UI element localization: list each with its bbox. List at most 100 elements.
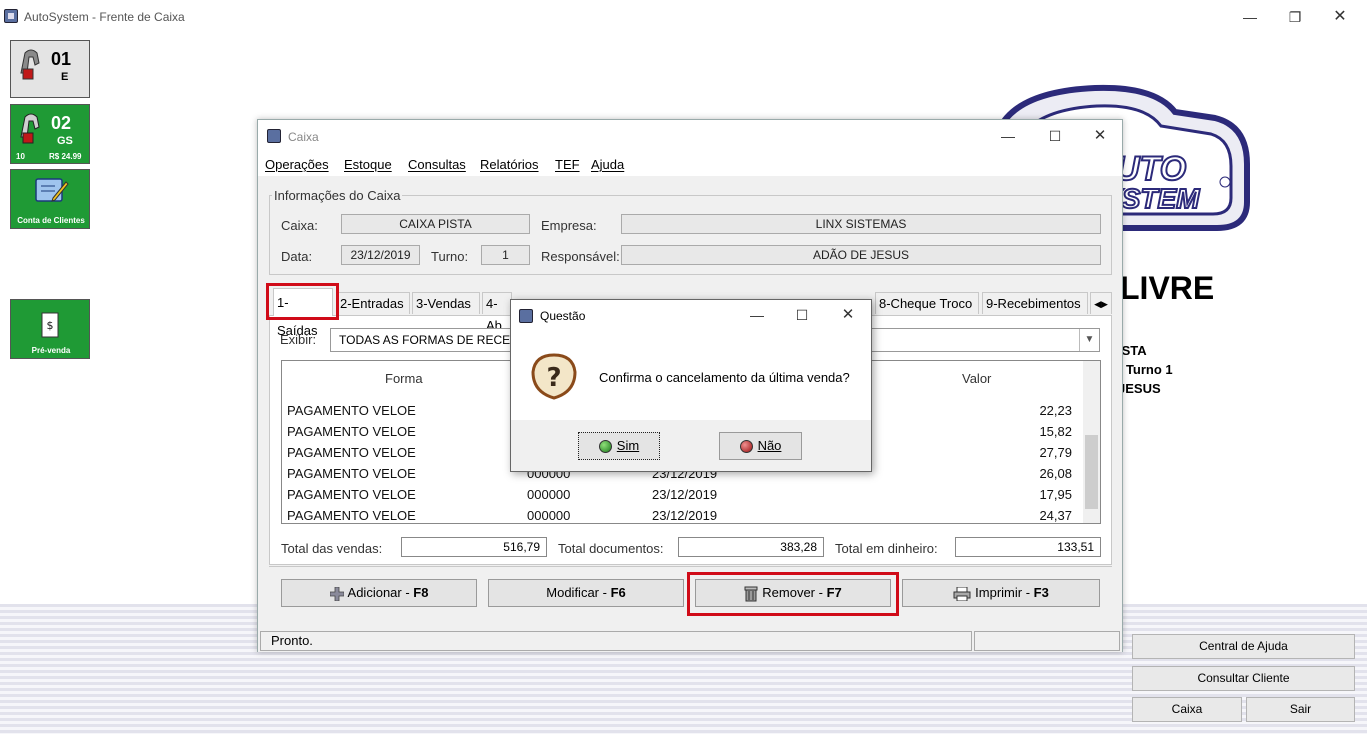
grid-cell-doc: 000000 xyxy=(527,508,571,523)
receipt-icon: $ xyxy=(41,312,59,338)
fuel-nozzle-icon xyxy=(20,49,40,80)
menu-operacoes[interactable]: Operações xyxy=(265,157,329,172)
data-field: 23/12/2019 xyxy=(341,245,420,265)
caixa-button[interactable]: Caixa xyxy=(1132,697,1242,722)
dialog-title: Questão xyxy=(540,309,586,323)
client-account-button[interactable]: Conta de Clientes xyxy=(10,169,90,229)
tab-vendas[interactable]: 3-Vendas xyxy=(412,292,480,314)
close-icon[interactable]: ✕ xyxy=(828,304,868,326)
pump-price: R$ 24.99 xyxy=(49,152,82,161)
print-button[interactable]: Imprimir - F3 xyxy=(902,579,1100,607)
filter-value: TODAS AS FORMAS DE RECEB xyxy=(339,333,519,347)
modify-button-key: F6 xyxy=(610,585,626,600)
grid-scrollbar[interactable] xyxy=(1083,361,1100,523)
column-header-valor: Valor xyxy=(962,371,992,386)
presale-button[interactable]: $ Pré-venda xyxy=(10,299,90,359)
tab-scroll-arrows[interactable]: ◀▶ xyxy=(1090,292,1112,314)
tab-recebimentos[interactable]: 9-Recebimentos xyxy=(982,292,1088,314)
chevron-down-icon[interactable]: ▼ xyxy=(1079,329,1099,351)
grid-cell-valor: 17,95 xyxy=(1039,487,1072,502)
grid-cell-valor: 15,82 xyxy=(1039,424,1072,439)
no-button[interactable]: Não xyxy=(719,432,802,460)
add-button[interactable]: Adicionar - F8 xyxy=(281,579,477,607)
dialog-message: Confirma o cancelamento da última venda? xyxy=(599,370,850,385)
highlight-box-remove xyxy=(687,572,899,616)
turno-field: 1 xyxy=(481,245,530,265)
minimize-icon[interactable]: — xyxy=(988,125,1028,147)
caixa-label: Caixa: xyxy=(281,218,318,233)
pump-fuel: E xyxy=(61,71,69,83)
tab-entradas[interactable]: 2-Entradas xyxy=(336,292,410,314)
dialog-body: ? Confirma o cancelamento da última vend… xyxy=(511,332,871,420)
grid-cell-data: 23/12/2019 xyxy=(652,508,718,523)
tab-cheque-troco[interactable]: 8-Cheque Troco xyxy=(875,292,979,314)
pump-number: 01 xyxy=(51,49,72,69)
notebook-pencil-icon xyxy=(35,178,69,202)
highlight-box-tab xyxy=(266,283,339,320)
total-vendas-label: Total das vendas: xyxy=(281,541,383,556)
menu-tef[interactable]: TEF xyxy=(555,157,580,172)
menu-consultas[interactable]: Consultas xyxy=(408,157,466,172)
pump-number: 02 xyxy=(51,113,72,133)
menu-estoque[interactable]: Estoque xyxy=(344,157,392,172)
pump-fuel: GS xyxy=(57,135,73,147)
grid-cell-forma: PAGAMENTO VELOE xyxy=(287,508,416,523)
menu-ajuda[interactable]: Ajuda xyxy=(591,157,624,172)
minimize-icon[interactable]: — xyxy=(737,304,777,326)
svg-text:?: ? xyxy=(546,363,561,393)
status-panel xyxy=(974,631,1120,651)
pump-02-button[interactable]: 02 GS 10 R$ 24.99 xyxy=(10,104,90,164)
app-icon xyxy=(4,9,18,23)
red-dot-icon xyxy=(739,440,753,454)
grid-cell-forma: PAGAMENTO VELOE xyxy=(287,487,416,502)
yes-button-label: Sim xyxy=(616,438,640,453)
menu-relatorios[interactable]: Relatórios xyxy=(480,157,539,172)
add-button-key: F8 xyxy=(413,585,429,600)
grid-cell-doc: 000000 xyxy=(527,487,571,502)
grid-cell-valor: 22,23 xyxy=(1039,403,1072,418)
grid-scroll-thumb[interactable] xyxy=(1085,435,1098,509)
caixa-livre-status: LIVRE xyxy=(1120,270,1215,306)
consult-client-button[interactable]: Consultar Cliente xyxy=(1132,666,1355,691)
grid-cell-forma: PAGAMENTO VELOE xyxy=(287,466,416,481)
pump-01-button[interactable]: 01 E xyxy=(10,40,90,98)
client-account-label: Conta de Clientes xyxy=(17,216,85,225)
right-info-line: - Turno 1 xyxy=(1118,362,1173,377)
total-dinheiro-label: Total em dinheiro: xyxy=(835,541,938,556)
total-vendas-field: 516,79 xyxy=(401,537,547,557)
exit-button[interactable]: Sair xyxy=(1246,697,1355,722)
close-icon[interactable]: ✕ xyxy=(1080,125,1120,147)
column-header-forma: Forma xyxy=(385,371,423,386)
no-button-label: Não xyxy=(757,438,782,453)
status-text: Pronto. xyxy=(260,631,972,651)
printer-icon xyxy=(953,586,971,601)
data-label: Data: xyxy=(281,249,313,264)
restore-icon[interactable]: ❐ xyxy=(1275,6,1315,28)
total-documentos-label: Total documentos: xyxy=(558,541,664,556)
caixa-title: Caixa xyxy=(288,130,319,144)
dialog-titlebar: Questão — ☐ ✕ xyxy=(511,300,871,332)
status-bar: Pronto. xyxy=(258,630,1122,652)
maximize-icon[interactable]: ☐ xyxy=(782,304,822,326)
minimize-icon[interactable]: — xyxy=(1230,6,1270,28)
total-documentos-field: 383,28 xyxy=(678,537,824,557)
modify-button[interactable]: Modificar - F6 xyxy=(488,579,684,607)
maximize-icon[interactable]: ☐ xyxy=(1035,125,1075,147)
empresa-field: LINX SISTEMAS xyxy=(621,214,1101,234)
svg-text:$: $ xyxy=(47,319,54,332)
close-icon[interactable]: ✕ xyxy=(1320,6,1360,28)
plus-icon xyxy=(329,586,344,601)
pump-quantity: 10 xyxy=(16,152,25,161)
caixa-field: CAIXA PISTA xyxy=(341,214,530,234)
app-title: AutoSystem - Frente de Caixa xyxy=(24,10,185,24)
grid-cell-data: 23/12/2019 xyxy=(652,487,718,502)
menu-bar: Operações Estoque Consultas Relatórios T… xyxy=(258,152,1122,176)
tab-abastecimentos[interactable]: 4-Ab xyxy=(482,292,512,333)
presale-label: Pré-venda xyxy=(31,346,71,355)
help-center-button[interactable]: Central de Ajuda xyxy=(1132,634,1355,659)
yes-button[interactable]: Sim xyxy=(578,432,660,460)
grid-cell-forma: PAGAMENTO VELOE xyxy=(287,445,416,460)
turno-label: Turno: xyxy=(431,249,469,264)
caixa-titlebar: Caixa — ☐ ✕ xyxy=(258,120,1122,152)
caixa-window-icon xyxy=(267,129,281,143)
